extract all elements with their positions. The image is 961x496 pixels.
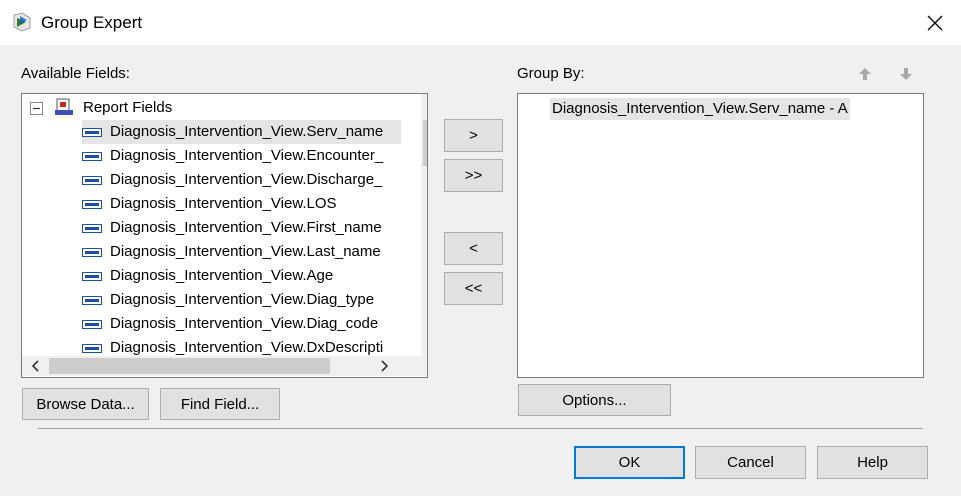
field-label: Diagnosis_Intervention_View.Serv_name — [110, 123, 384, 140]
available-fields-tree[interactable]: Report Fields Diagnosis_Intervention_Vie… — [21, 93, 428, 378]
arrow-up-icon[interactable] — [857, 66, 873, 82]
field-icon — [82, 344, 102, 353]
field-icon — [82, 128, 102, 137]
options-button[interactable]: Options... — [518, 384, 671, 416]
field-icon — [82, 224, 102, 233]
remove-field-button[interactable]: < — [444, 232, 503, 265]
cancel-button[interactable]: Cancel — [695, 446, 806, 479]
list-item[interactable]: Diagnosis_Intervention_View.Serv_name — [82, 120, 401, 144]
add-field-button[interactable]: > — [444, 119, 503, 152]
scroll-left-icon[interactable] — [31, 360, 39, 372]
title-bar: Group Expert — [0, 0, 961, 45]
add-all-fields-button[interactable]: >> — [444, 159, 503, 192]
vertical-scrollbar[interactable] — [421, 94, 427, 356]
field-icon — [82, 176, 102, 185]
field-icon — [82, 272, 102, 281]
field-icon — [82, 296, 102, 305]
field-label: Diagnosis_Intervention_View.Diag_code — [110, 315, 379, 332]
field-label: Diagnosis_Intervention_View.Diag_type — [110, 291, 375, 308]
help-button[interactable]: Help — [817, 446, 928, 479]
field-icon — [82, 152, 102, 161]
browse-data-button[interactable]: Browse Data... — [22, 388, 149, 420]
vertical-scroll-thumb[interactable] — [423, 120, 427, 166]
field-label: Diagnosis_Intervention_View.First_name — [110, 219, 382, 236]
field-icon — [82, 320, 102, 329]
close-icon — [927, 15, 943, 31]
available-fields-label: Available Fields: — [21, 65, 130, 82]
group-by-list[interactable]: Diagnosis_Intervention_View.Serv_name - … — [517, 93, 924, 378]
horizontal-scrollbar[interactable] — [22, 356, 427, 376]
close-button[interactable] — [918, 6, 952, 40]
separator — [38, 428, 923, 429]
field-label: Diagnosis_Intervention_View.LOS — [110, 195, 337, 212]
field-label: Diagnosis_Intervention_View.Last_name — [110, 243, 381, 260]
field-label: Diagnosis_Intervention_View.Encounter_ — [110, 147, 384, 164]
scroll-right-icon[interactable] — [381, 360, 389, 372]
horizontal-scroll-thumb[interactable] — [49, 358, 330, 374]
scrollbar-corner — [421, 356, 427, 376]
remove-all-fields-button[interactable]: << — [444, 272, 503, 305]
ok-button[interactable]: OK — [574, 446, 685, 479]
list-item[interactable]: Diagnosis_Intervention_View.Serv_name - … — [550, 98, 850, 120]
arrow-down-icon[interactable] — [898, 66, 914, 82]
field-icon — [82, 248, 102, 257]
tree-root-label: Report Fields — [83, 99, 173, 116]
find-field-button[interactable]: Find Field... — [160, 388, 280, 420]
crystal-reports-icon — [13, 12, 31, 32]
collapse-icon[interactable] — [30, 102, 43, 115]
window-title: Group Expert — [41, 13, 143, 32]
field-label: Diagnosis_Intervention_View.Discharge_ — [110, 171, 383, 188]
group-by-label: Group By: — [517, 65, 585, 82]
field-icon — [82, 200, 102, 209]
field-label: Diagnosis_Intervention_View.Age — [110, 267, 334, 284]
report-fields-icon — [55, 98, 73, 115]
